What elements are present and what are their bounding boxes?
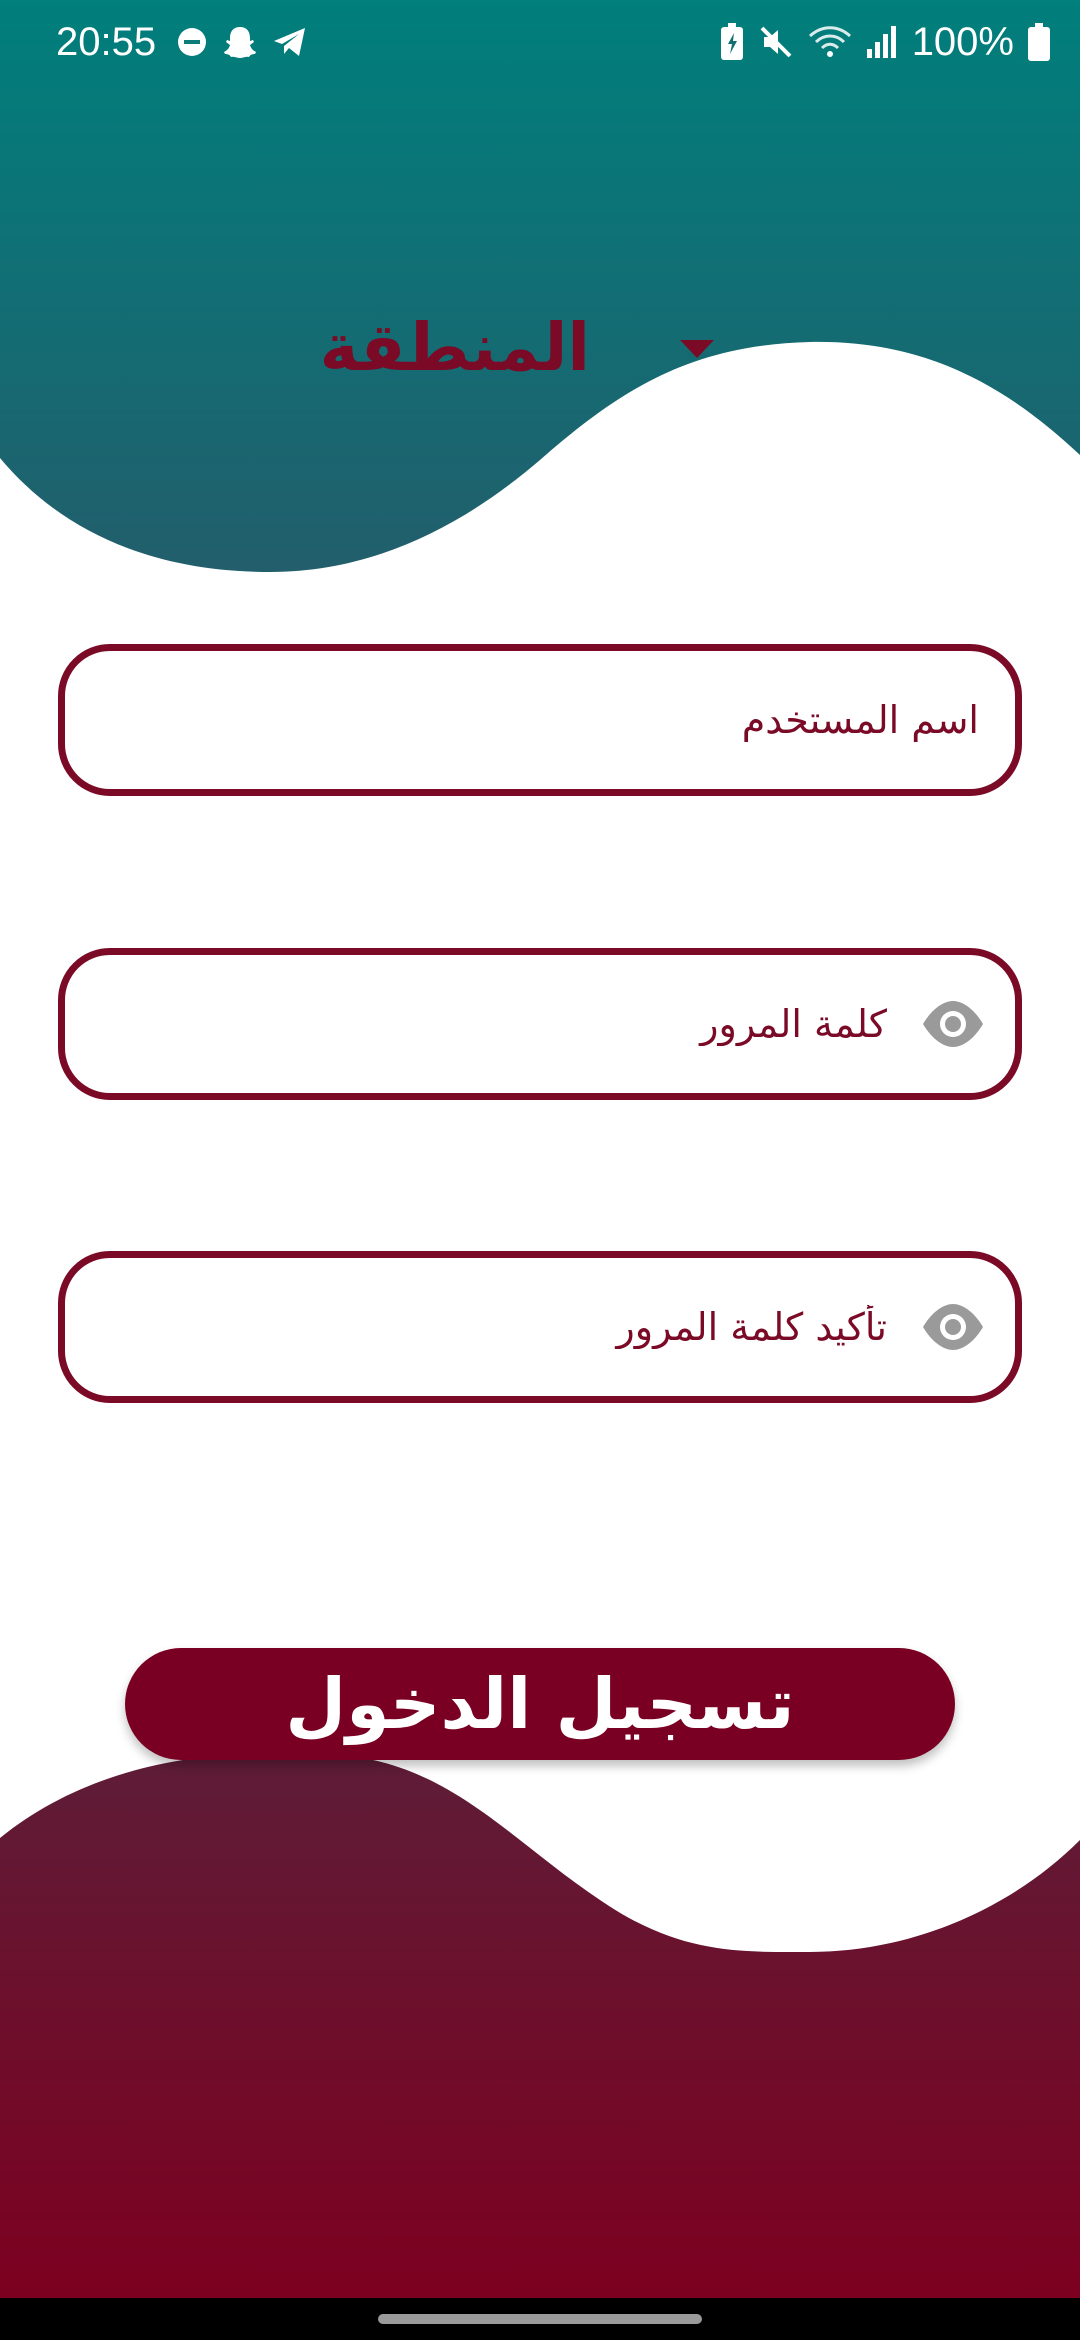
username-field-container — [58, 644, 1022, 796]
do-not-disturb-icon — [176, 26, 208, 58]
status-time: 20:55 — [56, 20, 157, 64]
username-field[interactable] — [95, 651, 979, 789]
battery-icon — [1028, 23, 1050, 61]
snapchat-icon — [222, 24, 258, 60]
region-dropdown[interactable]: المنطقة — [320, 300, 720, 396]
status-bar: 20:55 100% — [0, 0, 1080, 84]
signal-icon — [866, 25, 898, 59]
wifi-icon — [808, 24, 852, 60]
battery-saver-icon — [720, 23, 744, 61]
region-label: المنطقة — [319, 309, 590, 386]
mute-icon — [758, 24, 794, 60]
confirm-password-field[interactable] — [95, 1258, 887, 1396]
eye-icon[interactable] — [921, 999, 985, 1049]
bottom-wave-background — [0, 1752, 1080, 2298]
telegram-icon — [272, 24, 308, 60]
notification-icons — [176, 22, 308, 62]
confirm-password-field-container — [58, 1251, 1022, 1403]
navigation-bar — [0, 2298, 1080, 2340]
password-field-container — [58, 948, 1022, 1100]
dropdown-arrow-icon — [680, 340, 714, 360]
eye-icon[interactable] — [921, 1302, 985, 1352]
login-screen: 20:55 100% المنطقة اسم المستخدم تسجيل ال… — [0, 0, 1080, 2340]
login-button[interactable]: تسجيل الدخول — [125, 1648, 955, 1760]
battery-percent: 100% — [911, 20, 1014, 64]
system-status-icons: 100% — [720, 18, 1050, 66]
home-gesture-handle[interactable] — [378, 2314, 702, 2324]
top-wave-background — [0, 0, 1080, 572]
password-field[interactable] — [95, 955, 887, 1093]
